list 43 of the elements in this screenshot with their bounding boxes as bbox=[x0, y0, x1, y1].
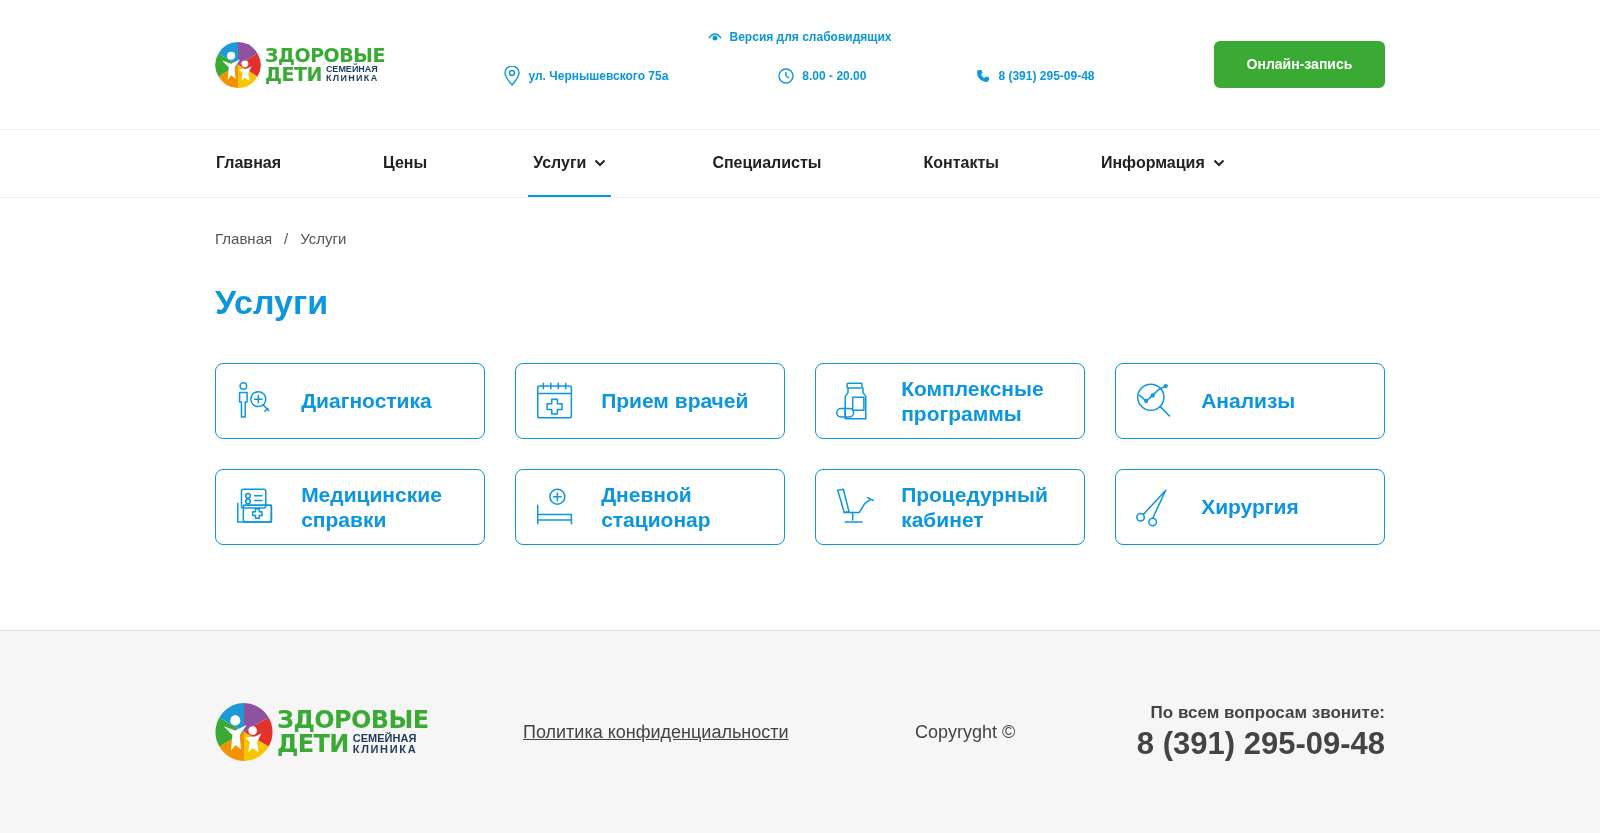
service-card[interactable]: Хирургия bbox=[1115, 469, 1385, 545]
chevron-down-icon bbox=[1212, 158, 1225, 167]
service-card[interactable]: Анализы bbox=[1115, 363, 1385, 439]
copyright-text: Copyryght © bbox=[915, 720, 1017, 744]
breadcrumb-separator: / bbox=[284, 229, 289, 249]
breadcrumb-current-page: Услуги bbox=[300, 229, 347, 249]
nav-link[interactable]: Цены bbox=[382, 130, 429, 197]
footer-phone-link[interactable]: 8 (391) 295-09-48 bbox=[1136, 725, 1385, 765]
logo-subtitle: СЕМЕЙНАЯ bbox=[352, 733, 418, 744]
service-card[interactable]: Процедурный кабинет bbox=[815, 469, 1085, 545]
logo-title: ЗДОРОВЫЕ bbox=[277, 708, 429, 732]
logo-icon bbox=[215, 703, 273, 761]
phone-link[interactable]: 8 (391) 295-09-48 bbox=[976, 66, 1095, 85]
nav-link[interactable]: Специалисты bbox=[711, 130, 823, 197]
address-text: ул. Чернышевского 75а bbox=[504, 65, 669, 86]
logo-subtitle: КЛИНИКА bbox=[352, 744, 418, 755]
chevron-down-icon bbox=[594, 158, 607, 167]
service-card[interactable]: Прием врачей bbox=[515, 363, 785, 439]
service-card[interactable]: Комплексные программы bbox=[815, 363, 1085, 439]
logo-title: ДЕТИ bbox=[277, 732, 349, 756]
nav-link[interactable]: Контакты bbox=[922, 130, 1000, 197]
logo-title: ЗДОРОВЫЕ bbox=[265, 45, 385, 65]
privacy-policy-link[interactable]: Политика конфиденциальности bbox=[523, 718, 915, 746]
call-prompt-text: По всем вопросам звоните: bbox=[1150, 701, 1385, 724]
service-card[interactable]: Диагностика bbox=[215, 363, 485, 439]
hours-text: 8.00 - 20.00 bbox=[778, 66, 867, 85]
logo-icon bbox=[215, 41, 261, 88]
online-booking-button[interactable]: Онлайн-запись bbox=[1214, 41, 1385, 88]
eye-icon bbox=[707, 31, 722, 42]
service-card[interactable]: Медицинские справки bbox=[215, 469, 485, 545]
nav-link[interactable]: Услуги bbox=[528, 130, 612, 197]
logo-subtitle: СЕМЕЙНАЯ bbox=[325, 65, 378, 74]
logo-subtitle: КЛИНИКА bbox=[325, 74, 379, 83]
page-title: Услуги bbox=[215, 281, 330, 323]
breadcrumb-link[interactable]: Главная bbox=[215, 228, 273, 251]
location-pin-icon bbox=[504, 65, 521, 86]
service-card[interactable]: Дневной стационар bbox=[515, 469, 785, 545]
nav-link[interactable]: Главная bbox=[215, 130, 283, 197]
logo-title: ДЕТИ bbox=[265, 64, 322, 84]
nav-link[interactable]: Информация bbox=[1099, 130, 1226, 197]
clock-icon bbox=[778, 67, 795, 84]
accessibility-link[interactable]: Версия для слабовидящих bbox=[707, 27, 892, 46]
phone-icon bbox=[976, 68, 991, 83]
